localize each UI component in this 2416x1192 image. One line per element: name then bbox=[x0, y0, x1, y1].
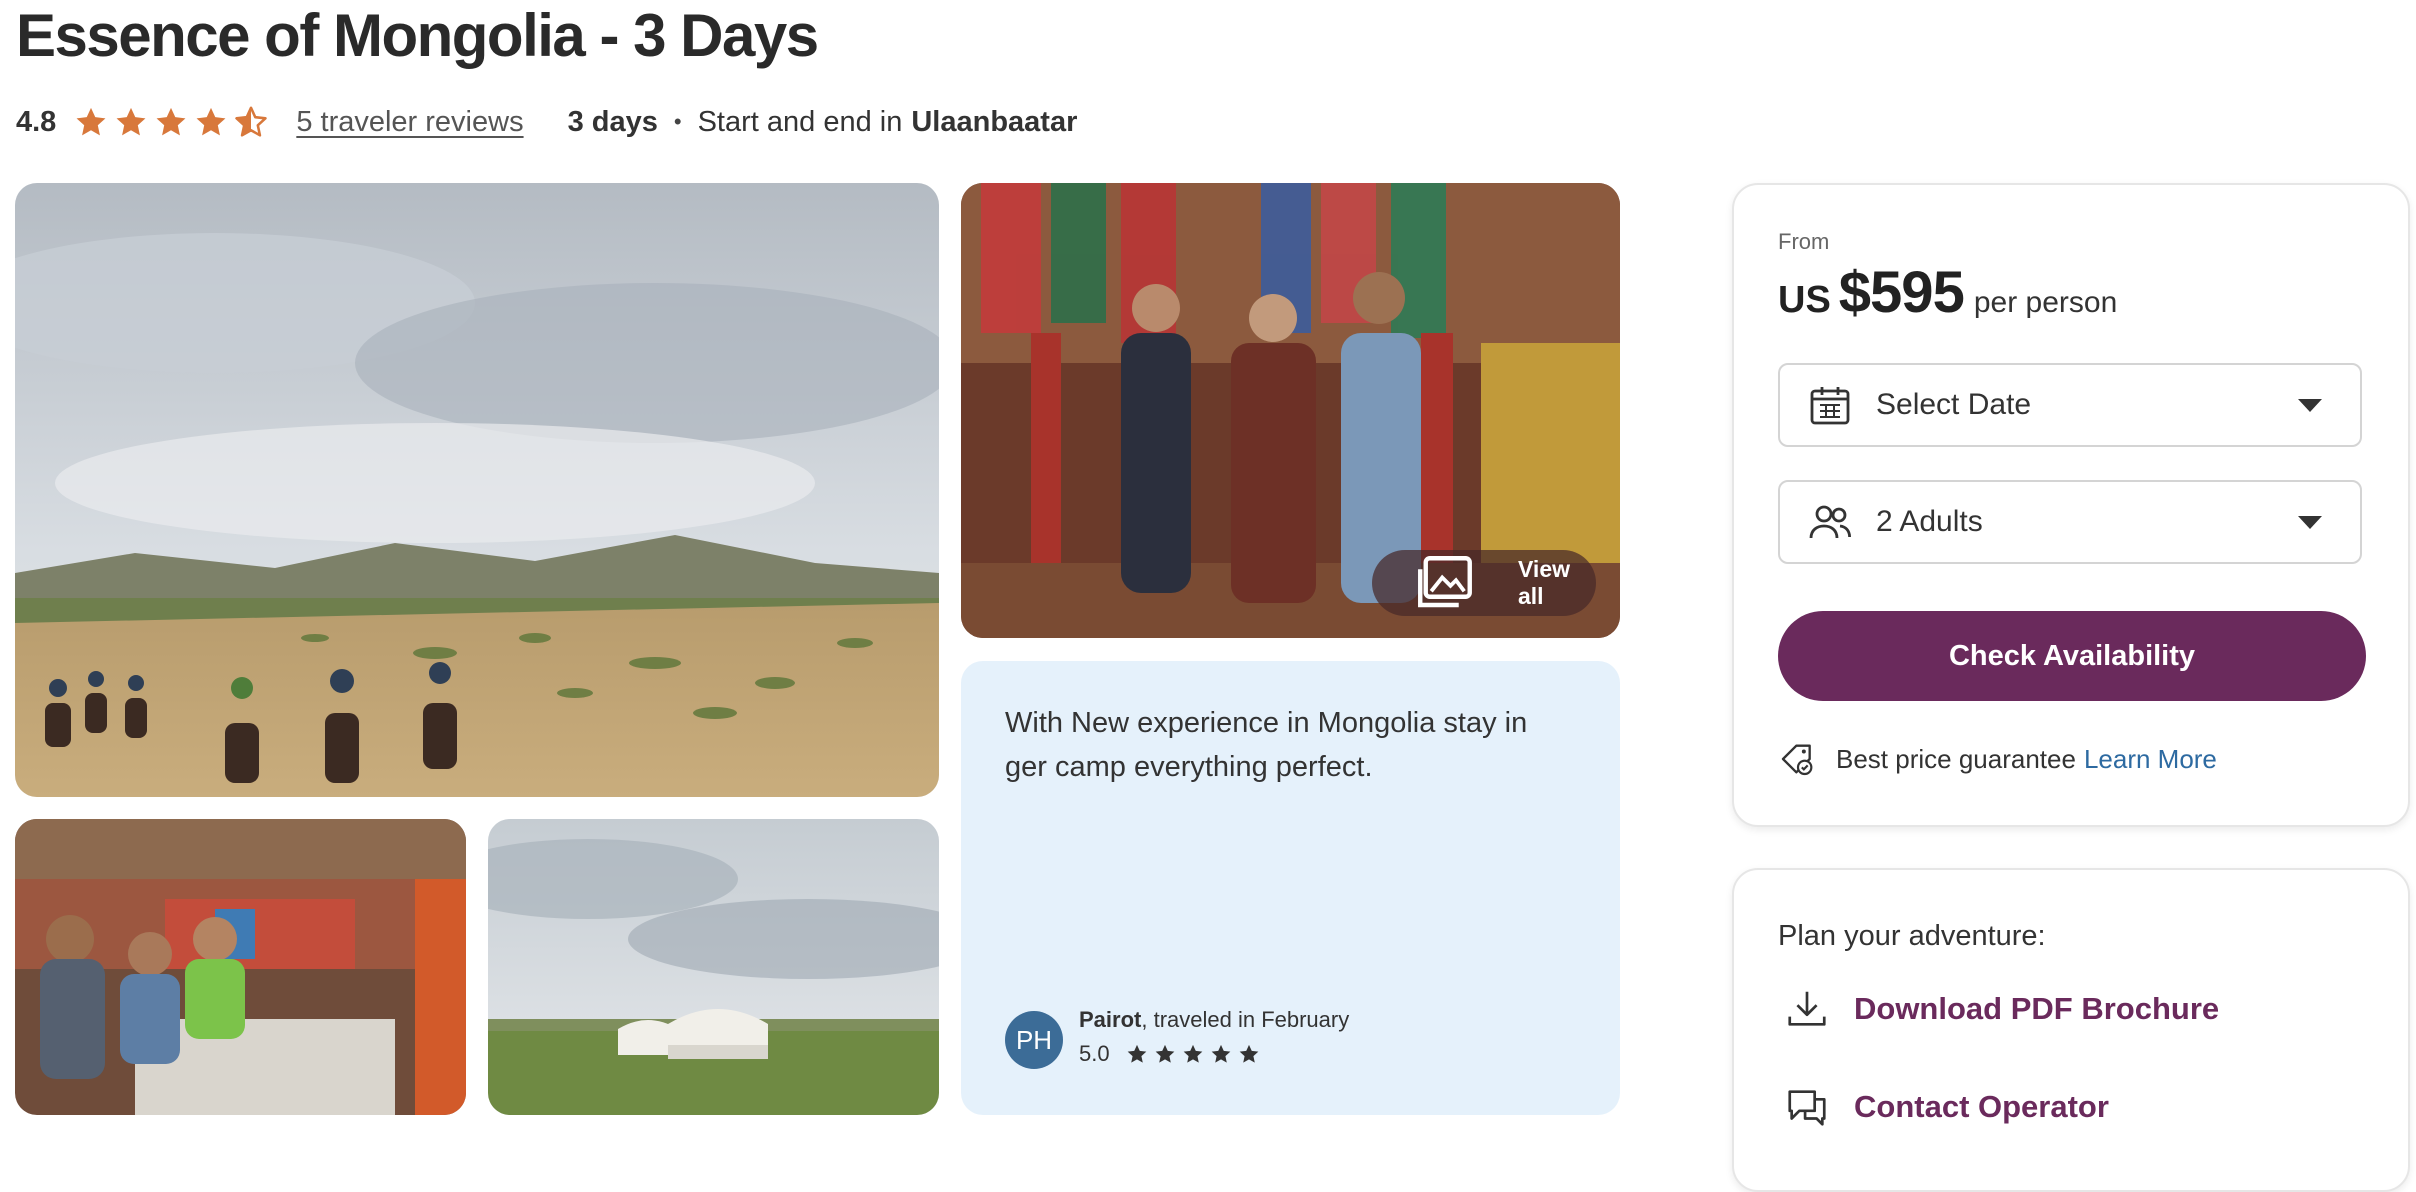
separator-dot: • bbox=[673, 109, 682, 134]
check-availability-button[interactable]: Check Availability bbox=[1778, 611, 2366, 701]
price: US $595 per person bbox=[1778, 259, 2117, 326]
photo-ger-interior-image bbox=[15, 819, 466, 1115]
reviewer-traveled: , traveled in February bbox=[1141, 1007, 1350, 1032]
view-all-button[interactable]: View all bbox=[1372, 550, 1596, 616]
people-icon bbox=[1809, 505, 1851, 539]
star-icon bbox=[156, 107, 186, 136]
review-text: With New experience in Mongolia stay in … bbox=[1005, 707, 1528, 783]
review-score-value: 5.0 bbox=[1079, 1041, 1110, 1066]
price-currency: US bbox=[1778, 279, 1831, 321]
learn-more-link[interactable]: Learn More bbox=[2084, 744, 2217, 775]
best-price-guarantee: Best price guarantee Learn More bbox=[1778, 739, 2217, 779]
tour-meta: 4.8 5 traveler reviews 3 days • Start an… bbox=[16, 100, 1077, 144]
booking-card: From US $595 per person Select Date 2 Ad… bbox=[1732, 183, 2410, 827]
download-brochure-link[interactable]: Download PDF Brochure bbox=[1784, 986, 2219, 1032]
start-end-city: Ulaanbaatar bbox=[911, 105, 1078, 138]
avatar: PH bbox=[1005, 1011, 1063, 1069]
travelers-select-label: 2 Adults bbox=[1876, 505, 1983, 538]
price-amount: $595 bbox=[1838, 260, 1965, 325]
travelers-select[interactable]: 2 Adults bbox=[1778, 480, 2362, 564]
star-icon bbox=[1183, 1044, 1202, 1063]
date-select-label: Select Date bbox=[1876, 388, 2032, 421]
rating-stars bbox=[74, 105, 268, 139]
photo-desert-horse-riders-image bbox=[15, 183, 939, 797]
date-select[interactable]: Select Date bbox=[1778, 363, 2362, 447]
duration: 3 days bbox=[567, 105, 658, 138]
image-gallery-icon bbox=[1418, 556, 1472, 608]
rating-value: 4.8 bbox=[16, 105, 57, 138]
calendar-icon bbox=[1810, 387, 1850, 425]
chevron-down-icon bbox=[2298, 515, 2322, 529]
page-title: Essence of Mongolia - 3 Days bbox=[16, 2, 819, 69]
review-stars bbox=[1126, 1043, 1260, 1065]
reviewer-line: Pairot, traveled in February bbox=[1079, 1007, 1349, 1033]
star-icon bbox=[1155, 1044, 1174, 1063]
guarantee-text: Best price guarantee bbox=[1836, 743, 2076, 774]
plan-heading: Plan your adventure: bbox=[1778, 920, 2046, 952]
reviewer-name: Pairot bbox=[1079, 1007, 1142, 1032]
star-icon bbox=[1127, 1044, 1146, 1063]
photo-desert-horse-riders[interactable] bbox=[15, 183, 939, 797]
photo-ger-camp[interactable] bbox=[488, 819, 939, 1115]
star-icon bbox=[1239, 1044, 1258, 1063]
contact-operator-link[interactable]: Contact Operator bbox=[1784, 1084, 2109, 1130]
star-half-icon bbox=[235, 106, 268, 137]
star-icon bbox=[76, 107, 106, 136]
chevron-down-icon bbox=[2298, 398, 2322, 412]
contact-operator-label: Contact Operator bbox=[1854, 1089, 2109, 1124]
start-end-label: Start and end in bbox=[697, 105, 903, 138]
review-card: With New experience in Mongolia stay in … bbox=[961, 661, 1620, 1115]
price-tag-check-icon bbox=[1781, 744, 1813, 776]
plan-card: Plan your adventure: Download PDF Brochu… bbox=[1732, 868, 2410, 1192]
download-brochure-label: Download PDF Brochure bbox=[1854, 991, 2220, 1026]
chat-icon bbox=[1788, 1090, 1826, 1126]
price-per: per person bbox=[1973, 286, 2118, 319]
download-icon bbox=[1788, 991, 1826, 1026]
photo-ger-interior[interactable] bbox=[15, 819, 466, 1115]
photo-ger-camp-image bbox=[488, 819, 939, 1115]
reviews-link[interactable]: 5 traveler reviews bbox=[296, 106, 523, 139]
star-icon bbox=[196, 107, 226, 136]
star-icon bbox=[116, 107, 146, 136]
photo-temple-visitors[interactable]: View all bbox=[961, 183, 1620, 638]
price-from-label: From bbox=[1778, 229, 1830, 254]
review-score: 5.0 bbox=[1079, 1041, 1260, 1067]
view-all-label: View all bbox=[1518, 556, 1570, 609]
star-icon bbox=[1211, 1044, 1230, 1063]
